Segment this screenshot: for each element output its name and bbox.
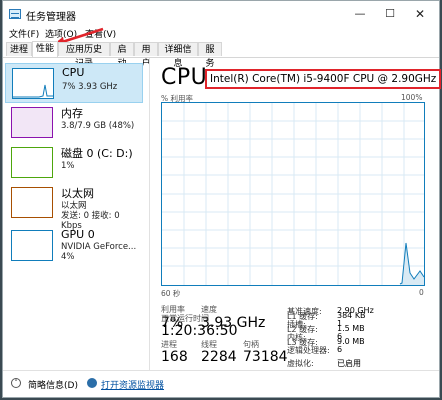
resource-monitor-icon (87, 378, 97, 388)
uptime-value: 1:20:36:50 (161, 323, 238, 339)
detail-value-l2: 1.5 MB (337, 324, 365, 333)
detail-value-l3: 9.0 MB (337, 337, 365, 346)
menu-file[interactable]: 文件(F) (9, 27, 39, 40)
window-title: 任务管理器 (26, 12, 76, 23)
task-manager-icon (9, 9, 21, 19)
sidebar-memory-sub: 3.8/7.9 GB (48%) (61, 121, 135, 131)
detail-label-l3: L3 缓存: (287, 338, 318, 347)
detail-label-l2: L2 缓存: (287, 325, 318, 334)
sidebar-gpu-sub2: 4% (61, 252, 75, 262)
detail-value-logical: 6 (337, 345, 343, 354)
task-manager-window: 任务管理器 — ☐ ✕ 文件(F) 选项(O) 查看(V) 进程 性能 应用历史… (2, 0, 442, 398)
tab-performance[interactable]: 性能 (32, 41, 58, 57)
minimize-button[interactable]: — (345, 4, 375, 24)
sidebar-item-cpu[interactable]: CPU 7% 3.93 GHz (5, 63, 143, 103)
tab-processes[interactable]: 进程 (6, 42, 32, 56)
sidebar-item-disk[interactable]: 磁盘 0 (C: D:) 1% (5, 143, 143, 183)
handles-value: 73184 (243, 349, 288, 365)
detail-value-virtualization: 已启用 (337, 359, 361, 368)
resource-sidebar: CPU 7% 3.93 GHz 内存 3.8/7.9 GB (48%) 磁盘 0… (3, 58, 150, 371)
close-button[interactable]: ✕ (405, 4, 435, 24)
gpu-thumbnail (11, 230, 53, 261)
sidebar-memory-title: 内存 (61, 107, 83, 120)
detail-label-l1: L1 缓存: (287, 312, 318, 321)
threads-value: 2284 (201, 349, 237, 365)
detail-label-virtualization: 虚拟化: (287, 359, 314, 368)
tab-app-history[interactable]: 应用历史记录 (58, 42, 110, 69)
disk-thumbnail (11, 147, 53, 178)
tab-services[interactable]: 服务 (198, 42, 222, 69)
sidebar-cpu-sub: 7% 3.93 GHz (62, 82, 118, 92)
graph-label-right: 100% (401, 93, 423, 102)
maximize-button[interactable]: ☐ (375, 4, 405, 24)
processes-value: 168 (161, 349, 188, 365)
bottom-bar: ˄ 简略信息(D) 打开资源监视器 (3, 370, 439, 397)
cpu-usage-graph (161, 102, 425, 286)
sidebar-gpu-title: GPU 0 (61, 228, 95, 241)
panel-title: CPU (161, 65, 208, 90)
cpu-thumbnail (12, 68, 54, 99)
cpu-model-name: Intel(R) Core(TM) i5-9400F CPU @ 2.90GHz (205, 69, 442, 89)
collapse-icon[interactable]: ˄ (11, 378, 21, 388)
cpu-graph-svg (162, 103, 424, 285)
sidebar-item-gpu[interactable]: GPU 0 NVIDIA GeForce... 4% (5, 226, 143, 266)
open-resource-monitor-link[interactable]: 打开资源监视器 (101, 378, 164, 391)
tab-users[interactable]: 用户 (134, 42, 158, 69)
ethernet-thumbnail (11, 187, 53, 218)
sidebar-item-ethernet[interactable]: 以太网 以太网 发送: 0 接收: 0 Kbps (5, 183, 143, 231)
axis-right-label: 0 (419, 288, 424, 297)
sidebar-disk-sub: 1% (61, 161, 75, 171)
sidebar-gpu-sub1: NVIDIA GeForce... (61, 242, 137, 252)
sidebar-disk-title: 磁盘 0 (C: D:) (61, 147, 133, 160)
detail-value-l1: 384 KB (337, 311, 366, 320)
tab-bar: 进程 性能 应用历史记录 启动 用户 详细信息 服务 (3, 41, 439, 69)
axis-left-label: 60 秒 (161, 289, 181, 298)
tab-startup[interactable]: 启动 (110, 42, 134, 69)
tab-details[interactable]: 详细信息 (158, 42, 198, 69)
sidebar-item-memory[interactable]: 内存 3.8/7.9 GB (48%) (5, 103, 143, 143)
fewer-details-link[interactable]: 简略信息(D) (28, 378, 78, 391)
sidebar-cpu-title: CPU (62, 66, 85, 79)
title-bar: 任务管理器 — ☐ ✕ (3, 1, 439, 27)
memory-thumbnail (11, 107, 53, 138)
